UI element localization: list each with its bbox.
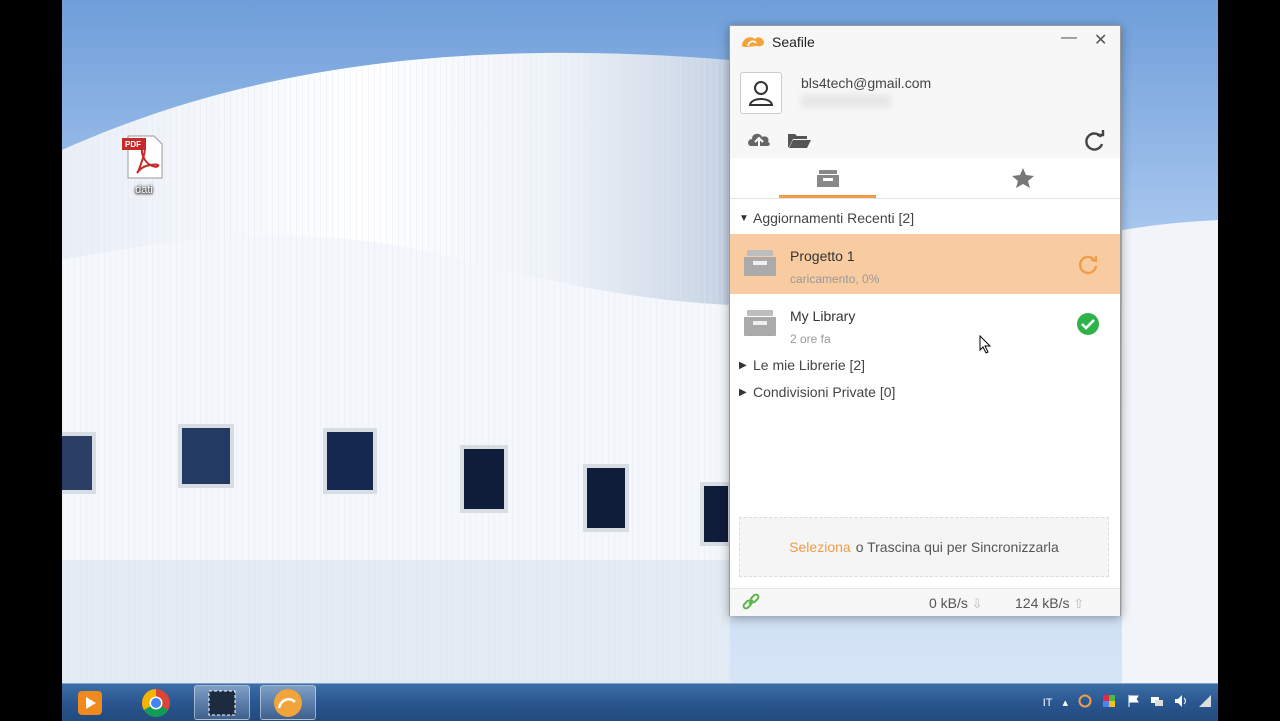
window-title: Seafile	[772, 34, 815, 50]
taskbar-media-player[interactable]	[62, 685, 118, 720]
chevron-right-icon: ▶	[739, 359, 747, 371]
chevron-right-icon: ▶	[739, 386, 747, 398]
section-label: Condivisioni Private [0]	[753, 384, 896, 400]
desktop-pdf-file[interactable]: PDF dati	[114, 134, 174, 196]
mouse-cursor-icon	[979, 335, 992, 354]
cloud-upload-icon[interactable]	[746, 129, 772, 156]
title-bar[interactable]: Seafile — ✕	[730, 26, 1120, 56]
seafile-icon	[274, 688, 302, 717]
account-email: bls4tech@gmail.com	[801, 75, 932, 91]
tray-expand-icon[interactable]: ▴	[1062, 696, 1068, 709]
action-center-flag-icon[interactable]	[1126, 694, 1140, 711]
repo-icon	[744, 248, 776, 283]
taskbar: IT ▴	[62, 683, 1218, 721]
drop-zone-text: o Trascina qui per Sincronizzarla	[855, 539, 1059, 555]
repo-icon	[744, 308, 776, 343]
desktop-icon-label: dati	[135, 184, 153, 196]
user-icon	[748, 81, 774, 106]
media-player-icon	[78, 690, 102, 715]
svg-text:PDF: PDF	[125, 140, 141, 149]
repo-stack-icon	[816, 170, 839, 187]
refresh-icon[interactable]	[1083, 129, 1107, 158]
syncing-icon	[1076, 252, 1100, 281]
account-avatar[interactable]	[740, 72, 782, 114]
signal-icon[interactable]	[1198, 694, 1212, 711]
upload-rate: 124 kB/s ⇧	[1015, 595, 1085, 611]
taskbar-chrome[interactable]	[128, 685, 184, 720]
repo-name: My Library	[790, 308, 856, 324]
status-bar: 0 kB/s ⇩ 124 kB/s ⇧	[730, 588, 1120, 616]
repo-list: ▼ Aggiornamenti Recenti [2] Progetto 1 c…	[730, 199, 1120, 509]
minimize-button[interactable]: —	[1061, 29, 1077, 47]
seafile-tray-icon[interactable]	[1078, 694, 1092, 711]
letterbox-left	[0, 0, 62, 720]
system-tray: IT ▴	[1043, 684, 1212, 721]
arrow-up-icon: ⇧	[1073, 596, 1085, 611]
section-recent-updates[interactable]: ▼ Aggiornamenti Recenti [2]	[739, 208, 914, 228]
section-label: Aggiornamenti Recenti [2]	[753, 210, 915, 226]
network-icon[interactable]	[1150, 694, 1164, 711]
tab-starred[interactable]	[925, 158, 1120, 198]
link-icon[interactable]	[742, 593, 760, 616]
taskbar-snipping-tool[interactable]	[194, 685, 250, 720]
tab-repos[interactable]	[730, 158, 925, 198]
section-private-shares[interactable]: ▶ Condivisioni Private [0]	[739, 382, 895, 402]
synced-check-icon	[1076, 312, 1100, 341]
download-rate: 0 kB/s ⇩	[929, 595, 983, 611]
language-indicator[interactable]: IT	[1043, 697, 1053, 709]
pdf-icon: PDF	[122, 134, 166, 180]
active-tab-indicator	[779, 195, 876, 198]
chevron-down-icon: ▼	[739, 212, 749, 224]
close-button[interactable]: ✕	[1094, 30, 1107, 50]
repo-status-text: caricamento, 0%	[790, 272, 880, 286]
repo-item-progetto-1[interactable]: Progetto 1 caricamento, 0%	[730, 234, 1120, 294]
letterbox-right	[1218, 0, 1280, 720]
account-server-blurred	[801, 94, 891, 108]
seafile-window: Seafile — ✕ bls4tech@gmail.com ▼ Aggiorn…	[729, 25, 1121, 616]
section-label: Le mie Librerie [2]	[753, 357, 866, 373]
tray-app-icon[interactable]	[1102, 694, 1116, 711]
snipping-tool-icon	[208, 690, 236, 715]
chrome-icon	[142, 688, 170, 717]
arrow-down-icon: ⇩	[971, 596, 983, 611]
seafile-logo-icon	[740, 33, 766, 54]
select-folder-link[interactable]: Seleziona	[789, 539, 851, 555]
tab-bar	[730, 158, 1120, 199]
drop-zone[interactable]: Seleziona o Trascina qui per Sincronizza…	[739, 517, 1109, 577]
section-my-libraries[interactable]: ▶ Le mie Librerie [2]	[739, 355, 865, 375]
account-header: bls4tech@gmail.com	[730, 56, 1120, 158]
folder-open-icon[interactable]	[786, 129, 812, 156]
repo-name: Progetto 1	[790, 248, 855, 264]
volume-icon[interactable]	[1174, 694, 1188, 711]
star-icon	[1011, 168, 1034, 188]
repo-item-my-library[interactable]: My Library 2 ore fa	[730, 294, 1120, 354]
repo-status-text: 2 ore fa	[790, 332, 831, 346]
taskbar-seafile[interactable]	[260, 685, 316, 720]
